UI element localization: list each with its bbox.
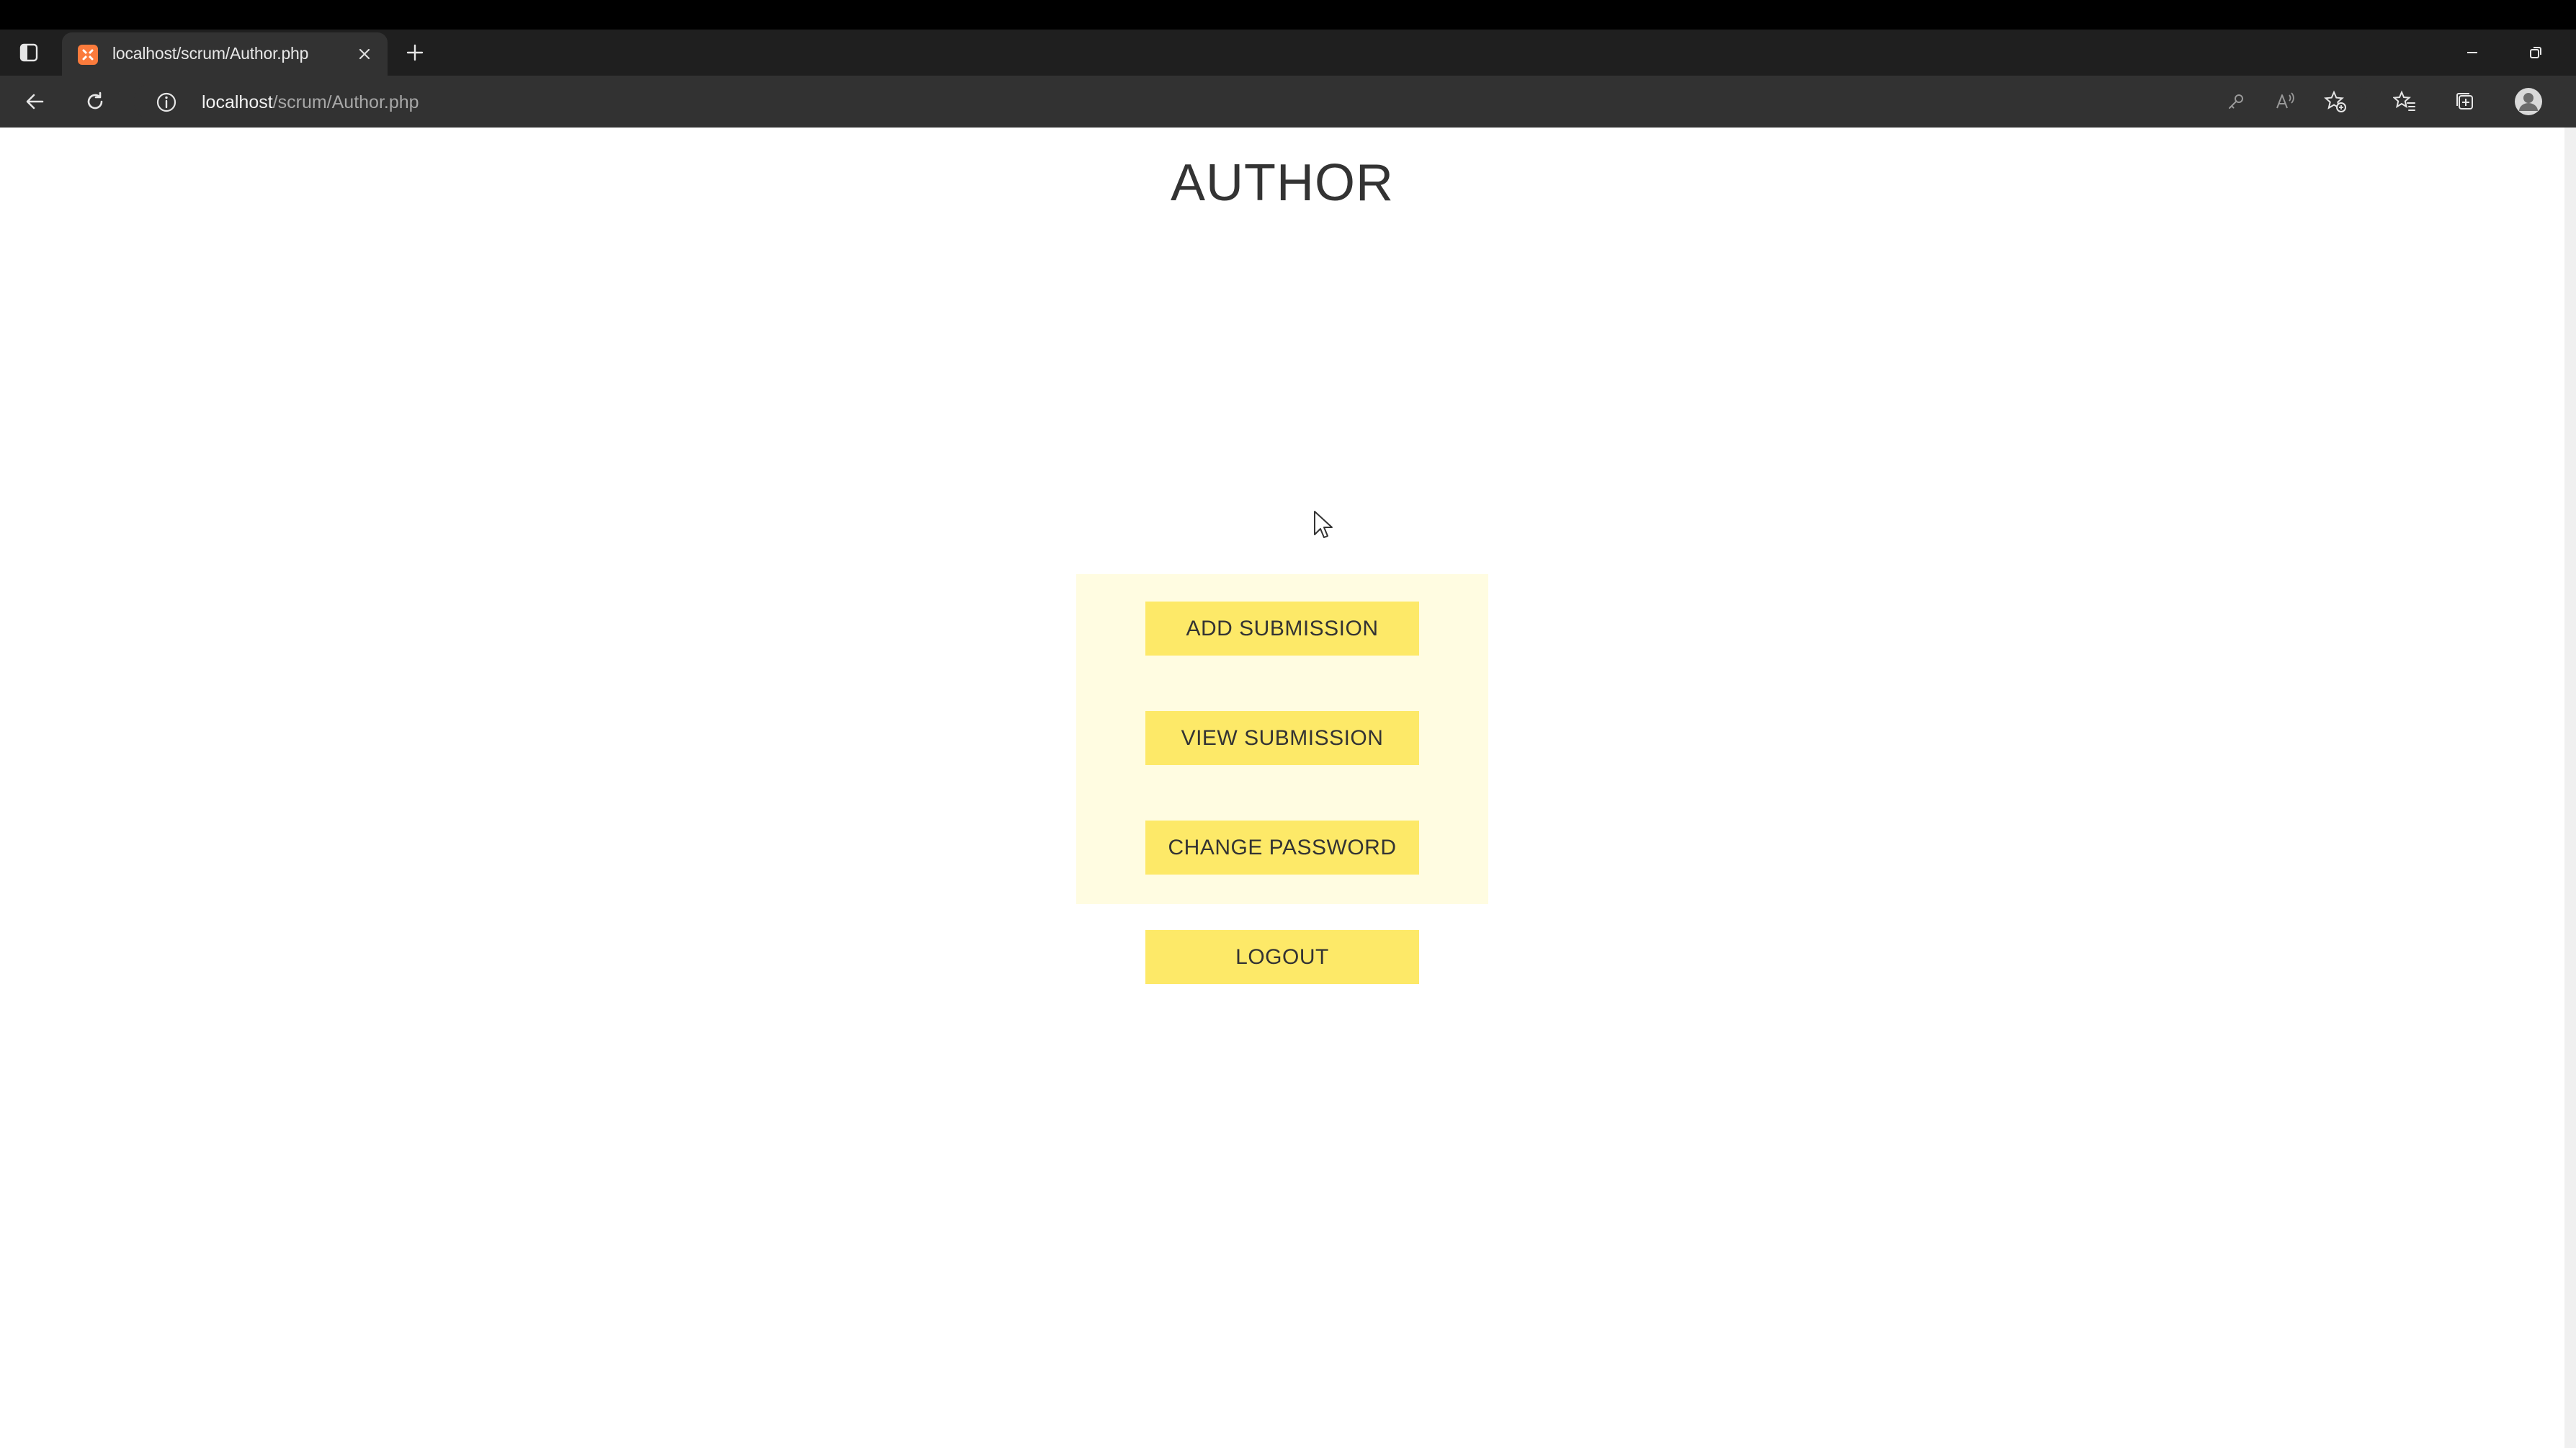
- add-submission-button[interactable]: ADD SUBMISSION: [1145, 602, 1419, 656]
- logout-button[interactable]: LOGOUT: [1145, 930, 1419, 984]
- xampp-favicon: [78, 45, 98, 65]
- minimize-icon[interactable]: [2458, 38, 2487, 67]
- page-title: AUTHOR: [1171, 154, 1394, 212]
- profile-avatar-icon[interactable]: [2514, 87, 2543, 116]
- page-viewport: AUTHOR ADD SUBMISSION VIEW SUBMISSION CH…: [0, 128, 2564, 1448]
- view-submission-button[interactable]: VIEW SUBMISSION: [1145, 711, 1419, 765]
- url-text: localhost/scrum/Author.php: [202, 92, 419, 113]
- window-top-border: [0, 0, 2576, 30]
- plus-icon[interactable]: [402, 40, 428, 66]
- key-icon[interactable]: [2222, 87, 2250, 116]
- vertical-scrollbar[interactable]: [2564, 128, 2576, 1448]
- tab-title: localhost/scrum/Author.php: [112, 44, 309, 63]
- browser-tab-active[interactable]: localhost/scrum/Author.php: [62, 32, 388, 76]
- url-path: /scrum/Author.php: [272, 92, 419, 112]
- browser-toolbar: localhost/scrum/Author.php: [0, 76, 2576, 128]
- close-icon[interactable]: [353, 43, 376, 66]
- collections-icon[interactable]: [2451, 87, 2479, 116]
- favorites-icon[interactable]: [2390, 87, 2419, 116]
- mouse-pointer-icon: [1312, 510, 1334, 542]
- read-aloud-icon[interactable]: [2271, 87, 2299, 116]
- tab-actions-icon[interactable]: [17, 41, 40, 64]
- tab-strip: localhost/scrum/Author.php: [0, 30, 2576, 76]
- restore-icon[interactable]: [2521, 38, 2550, 67]
- back-arrow-icon[interactable]: [20, 87, 49, 116]
- info-icon[interactable]: [156, 91, 177, 113]
- reload-icon[interactable]: [81, 87, 109, 116]
- star-add-icon[interactable]: [2321, 87, 2350, 116]
- change-password-button[interactable]: CHANGE PASSWORD: [1145, 821, 1419, 875]
- url-host: localhost: [202, 92, 273, 112]
- address-bar[interactable]: localhost/scrum/Author.php: [134, 83, 2367, 120]
